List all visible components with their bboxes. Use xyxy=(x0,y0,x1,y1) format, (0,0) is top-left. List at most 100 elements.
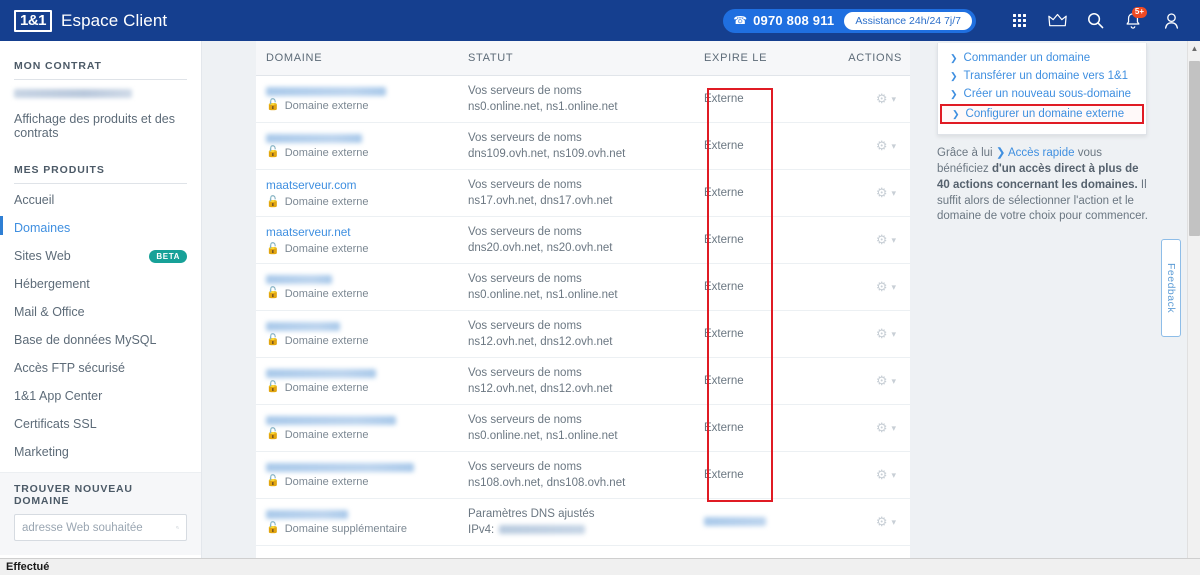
page-scrollbar[interactable]: ▲ ▼ xyxy=(1187,41,1200,575)
sidebar-item-mail-office[interactable]: Mail & Office xyxy=(14,298,187,326)
sidebar-item-ssl[interactable]: Certificats SSL xyxy=(14,410,187,438)
chevron-down-icon[interactable]: ▾ xyxy=(891,517,896,528)
domain-search-panel: TROUVER NOUVEAU DOMAINE xyxy=(0,472,201,555)
cell-actions[interactable]: ⚙ ▾ xyxy=(814,91,910,107)
gear-icon[interactable]: ⚙ xyxy=(876,185,888,201)
feedback-tab[interactable]: Feedback xyxy=(1161,239,1181,337)
account-button[interactable] xyxy=(1152,0,1190,41)
cell-actions[interactable]: ⚙ ▾ xyxy=(814,420,910,436)
gear-icon[interactable]: ⚙ xyxy=(876,326,888,342)
sidebar-item-sites-web[interactable]: Sites Web BETA xyxy=(14,242,187,270)
table-row[interactable]: maatserveur.com 🔓 Domaine externe Vos serve… xyxy=(256,170,910,217)
sidebar-item-label: Affichage des produits et des contrats xyxy=(14,112,175,140)
gear-icon[interactable]: ⚙ xyxy=(876,467,888,483)
header-actions: ☎ 0970 808 911 Assistance 24h/24 7j/7 5+ xyxy=(723,0,1200,41)
cell-actions[interactable]: ⚙ ▾ xyxy=(814,326,910,342)
status-line-primary: Vos serveurs de noms xyxy=(468,414,582,426)
domain-name-link[interactable]: maatserveur.net xyxy=(266,225,468,239)
scrollbar-thumb[interactable] xyxy=(1189,61,1200,236)
support-phone-pill[interactable]: ☎ 0970 808 911 Assistance 24h/24 7j/7 xyxy=(723,8,976,33)
chevron-down-icon[interactable]: ▾ xyxy=(891,329,896,340)
assistance-badge: Assistance 24h/24 7j/7 xyxy=(844,11,972,30)
table-row[interactable]: maatserveur.net 🔓 Domaine externe Vos serve… xyxy=(256,217,910,264)
status-line-primary: Vos serveurs de noms xyxy=(468,132,582,144)
sidebar-item-label: Certificats SSL xyxy=(14,417,97,431)
chevron-down-icon[interactable]: ▾ xyxy=(891,94,896,105)
menu-item-commander-domaine[interactable]: ❯ Commander un domaine xyxy=(938,49,1146,67)
unlock-icon: 🔓 xyxy=(266,334,280,346)
domain-search-label: TROUVER NOUVEAU DOMAINE xyxy=(14,483,133,507)
gear-icon[interactable]: ⚙ xyxy=(876,91,888,107)
cell-actions[interactable]: ⚙ ▾ xyxy=(814,185,910,201)
chevron-down-icon[interactable]: ▾ xyxy=(891,376,896,387)
cell-expire: Externe xyxy=(704,469,814,481)
table-row[interactable]: 🔓 Domaine externe Vos serveurs de noms dns1… xyxy=(256,123,910,170)
gear-icon[interactable]: ⚙ xyxy=(876,420,888,436)
table-row[interactable]: 🔓 Domaine externe Vos serveurs de noms ns0.… xyxy=(256,76,910,123)
expire-value: Externe xyxy=(704,234,744,246)
cell-actions[interactable]: ⚙ ▾ xyxy=(814,232,910,248)
premium-button[interactable] xyxy=(1038,0,1076,41)
domain-name-link[interactable]: maatserveur.com xyxy=(266,178,468,192)
domain-search-input[interactable] xyxy=(22,521,176,534)
redacted-ipv4 xyxy=(499,525,586,535)
chevron-down-icon[interactable]: ▾ xyxy=(891,235,896,246)
chevron-down-icon[interactable]: ▾ xyxy=(891,188,896,199)
cell-statut: Vos serveurs de noms dns109.ovh.net, ns10… xyxy=(468,132,704,160)
chevron-down-icon[interactable]: ▾ xyxy=(891,282,896,293)
table-row[interactable]: 🔓 Domaine externe Vos serveurs de noms ns0.… xyxy=(256,264,910,311)
cell-actions[interactable]: ⚙ ▾ xyxy=(814,514,910,530)
search-button[interactable] xyxy=(1076,0,1114,41)
apps-grid-button[interactable] xyxy=(1000,0,1038,41)
scroll-up-arrow[interactable]: ▲ xyxy=(1188,41,1200,55)
sidebar-item-label: Base de données MySQL xyxy=(14,333,157,347)
table-row[interactable]: 🔓 Domaine externe Vos serveurs de noms ns10… xyxy=(256,452,910,499)
sidebar-item-accueil[interactable]: Accueil xyxy=(14,186,187,214)
sidebar-item-ftp[interactable]: Accès FTP sécurisé xyxy=(14,354,187,382)
gear-icon[interactable]: ⚙ xyxy=(876,373,888,389)
column-header-actions: ACTIONS xyxy=(848,52,902,64)
status-line-primary: Vos serveurs de noms xyxy=(468,179,582,191)
table-row[interactable]: 🔓 Domaine externe Vos serveurs de noms ns0.… xyxy=(256,405,910,452)
menu-item-creer-sous-domaine[interactable]: ❯ Créer un nouveau sous-domaine xyxy=(938,85,1146,103)
sidebar-item-marketing[interactable]: Marketing xyxy=(14,438,187,466)
phone-icon: ☎ xyxy=(733,15,748,27)
sidebar-item-domaines[interactable]: Domaines xyxy=(0,214,187,242)
menu-item-configurer-domaine-externe[interactable]: ❯ Configurer un domaine externe xyxy=(940,104,1144,124)
user-icon xyxy=(1164,12,1178,29)
redacted-domain-name xyxy=(266,509,348,519)
cell-actions[interactable]: ⚙ ▾ xyxy=(814,373,910,389)
table-row[interactable]: 🔓 Domaine externe Vos serveurs de noms ns12… xyxy=(256,311,910,358)
notifications-button[interactable]: 5+ xyxy=(1114,0,1152,41)
cell-domaine: 🔓 Domaine externe xyxy=(256,462,468,488)
cell-actions[interactable]: ⚙ ▾ xyxy=(814,279,910,295)
logo-mark: 1&1 xyxy=(14,9,53,32)
menu-item-label: Créer un nouveau sous-domaine xyxy=(963,88,1132,100)
sidebar-section-products: MES PRODUITS xyxy=(14,147,187,184)
quick-access-link[interactable]: Accès rapide xyxy=(1008,147,1074,159)
gear-icon[interactable]: ⚙ xyxy=(876,138,888,154)
table-row[interactable]: 🔓 Domaine externe Vos serveurs de noms ns12… xyxy=(256,358,910,405)
gear-icon[interactable]: ⚙ xyxy=(876,514,888,530)
unlock-icon: 🔓 xyxy=(266,99,280,111)
redacted-domain-name xyxy=(266,133,362,143)
menu-item-transferer-domaine[interactable]: ❯ Transférer un domaine vers 1&1 xyxy=(938,67,1146,85)
redacted-domain-name xyxy=(266,462,414,472)
gear-icon[interactable]: ⚙ xyxy=(876,232,888,248)
table-body: 🔓 Domaine externe Vos serveurs de noms ns0.… xyxy=(256,76,910,546)
notification-badge: 5+ xyxy=(1131,7,1147,18)
sidebar-item-product-display[interactable]: Affichage des produits et des contrats xyxy=(14,105,187,147)
domain-search-field[interactable] xyxy=(14,514,187,541)
sidebar-item-mysql[interactable]: Base de données MySQL xyxy=(14,326,187,354)
chevron-down-icon[interactable]: ▾ xyxy=(891,423,896,434)
sidebar-item-hebergement[interactable]: Hébergement xyxy=(14,270,187,298)
sidebar-item-contract-name[interactable] xyxy=(14,82,187,105)
gear-icon[interactable]: ⚙ xyxy=(876,279,888,295)
chevron-down-icon[interactable]: ▾ xyxy=(891,470,896,481)
sidebar-item-app-center[interactable]: 1&1 App Center xyxy=(14,382,187,410)
table-row[interactable]: 🔓 Domaine supplémentaire Paramètres DNS aj… xyxy=(256,499,910,546)
chevron-down-icon[interactable]: ▾ xyxy=(891,141,896,152)
brand-logo[interactable]: 1&1 Espace Client xyxy=(14,9,167,32)
cell-actions[interactable]: ⚙ ▾ xyxy=(814,467,910,483)
cell-actions[interactable]: ⚙ ▾ xyxy=(814,138,910,154)
